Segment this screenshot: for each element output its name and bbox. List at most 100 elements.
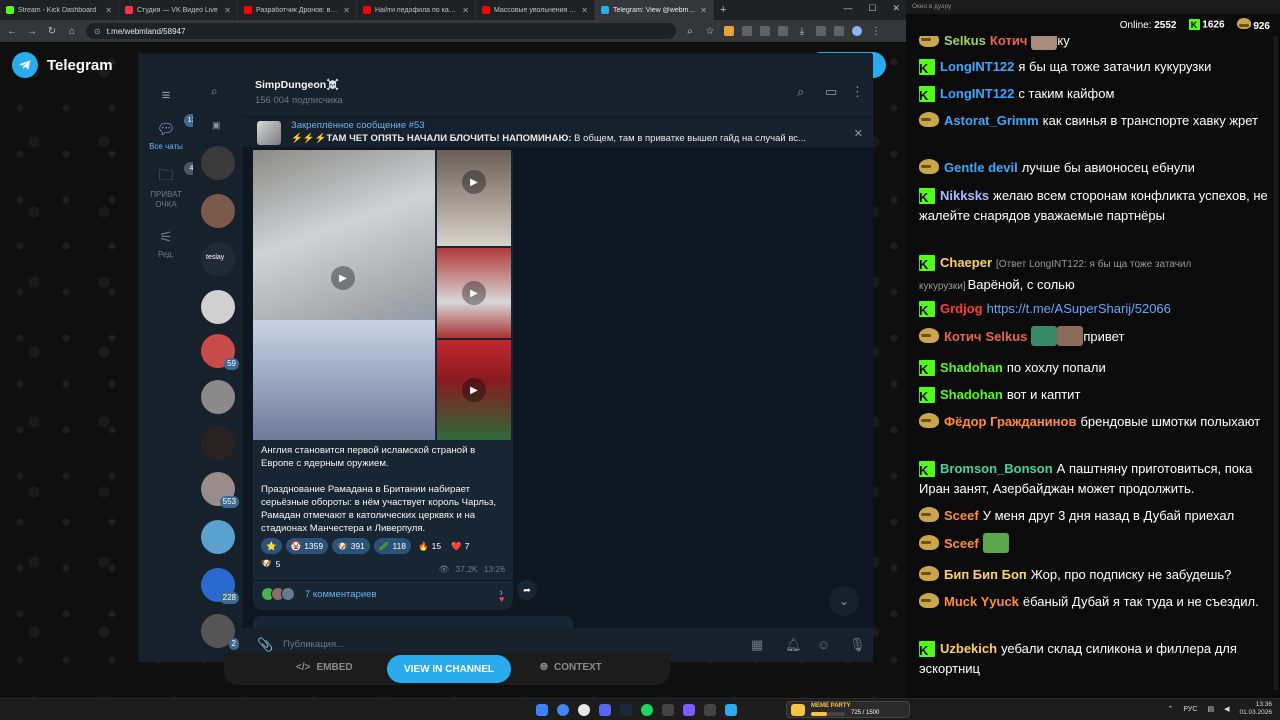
chat-username[interactable]: Sceef <box>944 508 979 523</box>
chat-username[interactable]: Bromson_Bonson <box>940 461 1053 476</box>
chat-username[interactable]: Бип Бип Боп <box>944 567 1027 582</box>
spotify-icon[interactable] <box>641 704 653 716</box>
sidebar-toggle-icon[interactable]: ▭ <box>825 84 837 100</box>
chat-list-avatar[interactable] <box>201 194 235 228</box>
profile-icon[interactable] <box>852 26 862 36</box>
chevron-up-icon[interactable]: ⌃ <box>1168 705 1174 713</box>
chat-username[interactable]: Nikksks <box>940 188 989 203</box>
extension-icon[interactable] <box>816 26 826 36</box>
app-icon[interactable] <box>683 704 695 716</box>
play-icon[interactable]: ▶ <box>331 266 355 290</box>
chat-username[interactable]: Фёдор Гражданинов <box>944 414 1076 429</box>
browser-tab[interactable]: Найти педофила по картину...✕ <box>357 0 476 20</box>
hamburger-menu-icon[interactable]: ≡ <box>139 84 193 108</box>
close-tab-icon[interactable]: ✕ <box>224 6 231 15</box>
attach-icon[interactable]: 📎 <box>257 637 273 653</box>
extension-icon[interactable] <box>724 26 734 36</box>
message-input[interactable]: Публикация... <box>283 639 344 650</box>
extension-icon[interactable] <box>742 26 752 36</box>
chat-list-avatar[interactable] <box>201 146 235 180</box>
back-icon[interactable]: ← <box>6 26 18 37</box>
chat-list-avatar[interactable] <box>201 380 235 414</box>
chat-list-avatar[interactable]: 553 <box>201 472 239 508</box>
url-field[interactable]: ⊙ t.me/webmland/58947 <box>86 23 676 39</box>
language-indicator[interactable]: РУС <box>1183 706 1197 713</box>
chat-list-avatar[interactable]: 228 <box>201 568 239 604</box>
clock[interactable]: 13:36 01.03.2026 <box>1239 701 1272 717</box>
steam-icon[interactable] <box>620 704 632 716</box>
menu-kebab-icon[interactable]: ⋮ <box>870 26 882 37</box>
rail-folder-3[interactable]: ⚟ Ред. <box>139 226 193 260</box>
chat-username[interactable]: Shadohan <box>940 360 1003 375</box>
close-tab-icon[interactable]: ✕ <box>343 6 350 15</box>
pinned-message-bar[interactable]: Закреплённое сообщение #53 ⚡⚡⚡ТАМ ЧЕТ ОП… <box>243 116 873 148</box>
comments-button[interactable]: 7 комментариев › <box>253 580 513 608</box>
close-tab-icon[interactable]: ✕ <box>105 6 112 15</box>
site-info-icon[interactable]: ⊙ <box>94 27 101 36</box>
bell-icon[interactable]: 🔔︎ <box>785 637 802 653</box>
play-icon[interactable]: ▶ <box>462 281 486 305</box>
bookmark-star-icon[interactable]: ☆ <box>704 26 716 37</box>
extension-icon[interactable] <box>778 26 788 36</box>
meme-party-widget[interactable]: MEME PARTY 725 / 1500 <box>786 701 910 718</box>
reaction-chip[interactable]: 🐶 391 <box>332 538 370 554</box>
browser-tab[interactable]: Студия — VK Видео Live ✕ <box>119 0 238 20</box>
chat-list-avatar[interactable] <box>201 426 235 460</box>
video-thumb[interactable]: ▶ <box>437 340 511 440</box>
close-tab-icon[interactable]: ✕ <box>462 6 469 15</box>
chrome-icon[interactable] <box>557 704 569 716</box>
telegram-taskbar-icon[interactable] <box>725 704 737 716</box>
video-thumb[interactable]: ▶ <box>437 150 511 246</box>
chat-list-avatar[interactable]: 59 <box>201 334 239 370</box>
browser-tab[interactable]: Разработчик Дронов: вся... ✕ <box>238 0 357 20</box>
chat-username[interactable]: Astorat_Grimm <box>944 113 1039 128</box>
unpin-icon[interactable]: ✕ <box>854 127 863 140</box>
browser-tab[interactable]: Telegram: View @webmland ✕ <box>595 0 714 20</box>
chat-username[interactable]: Gentle devil <box>944 160 1018 175</box>
close-tab-icon[interactable]: ✕ <box>581 6 588 15</box>
close-tab-icon[interactable]: ✕ <box>700 6 707 15</box>
chat-username[interactable]: Sceef <box>944 536 979 551</box>
chat-username[interactable]: Котич <box>944 329 981 344</box>
reaction-chip[interactable]: 🥒 118 <box>373 538 412 554</box>
chat-username[interactable]: Grdjog <box>940 301 983 316</box>
app-icon[interactable] <box>704 704 716 716</box>
scroll-down-button[interactable]: ⌄ <box>829 586 859 616</box>
chat-scrollbar[interactable] <box>1273 36 1278 690</box>
chat-list-avatar[interactable] <box>201 290 235 324</box>
embed-button[interactable]: </> EMBED <box>296 662 353 673</box>
discord-icon[interactable] <box>599 704 611 716</box>
browser-tab[interactable]: Массовые увольнения 2026...✕ <box>476 0 595 20</box>
chat-username[interactable]: Muck Yyuck <box>944 594 1019 609</box>
extension-icon[interactable] <box>760 26 770 36</box>
chat-username[interactable]: Chaeper <box>940 255 992 270</box>
play-icon[interactable]: ▶ <box>462 378 486 402</box>
app-icon[interactable] <box>662 704 674 716</box>
chat-username[interactable]: LongINT122 <box>940 86 1014 101</box>
volume-icon[interactable]: ◀︎ <box>1224 705 1229 713</box>
video-main[interactable]: ▶ <box>253 150 435 440</box>
emoji-icon[interactable]: ☺ <box>817 637 830 652</box>
forward-icon[interactable]: → <box>26 26 38 37</box>
chat-username[interactable]: Uzbekich <box>940 641 997 656</box>
microphone-icon[interactable]: 🎙︎ <box>849 637 866 653</box>
reaction-chip[interactable]: ❤️ 7 <box>448 538 472 554</box>
extension-icon[interactable] <box>834 26 844 36</box>
telegram-logo[interactable]: Telegram <box>12 52 113 78</box>
chat-list-avatar[interactable]: 2 <box>201 614 239 650</box>
chat-link[interactable]: https://t.me/ASuperSharij/52066 <box>987 301 1171 316</box>
schedule-icon[interactable]: ▦ <box>751 637 763 653</box>
download-icon[interactable]: ⤓ <box>796 26 808 37</box>
rail-folder-1[interactable]: 💬︎ 13 Все чаты <box>139 114 199 152</box>
obs-icon[interactable] <box>578 704 590 716</box>
zoom-icon[interactable]: ⌕ <box>684 26 696 37</box>
reaction-emoji[interactable]: 🐶 <box>261 558 272 569</box>
reload-icon[interactable]: ↻ <box>46 26 58 37</box>
archive-icon[interactable]: ▣ <box>212 120 221 131</box>
play-icon[interactable]: ▶ <box>462 170 486 194</box>
context-button[interactable]: 🌐︎ CONTEXT <box>540 662 602 673</box>
video-thumb[interactable]: ▶ <box>437 248 511 338</box>
chat-username[interactable]: Selkus <box>944 36 986 48</box>
rail-folder-2[interactable]: 🗀 4 ПРИВАТ ОЧКА <box>139 162 199 210</box>
chat-username[interactable]: Selkus <box>985 329 1027 344</box>
